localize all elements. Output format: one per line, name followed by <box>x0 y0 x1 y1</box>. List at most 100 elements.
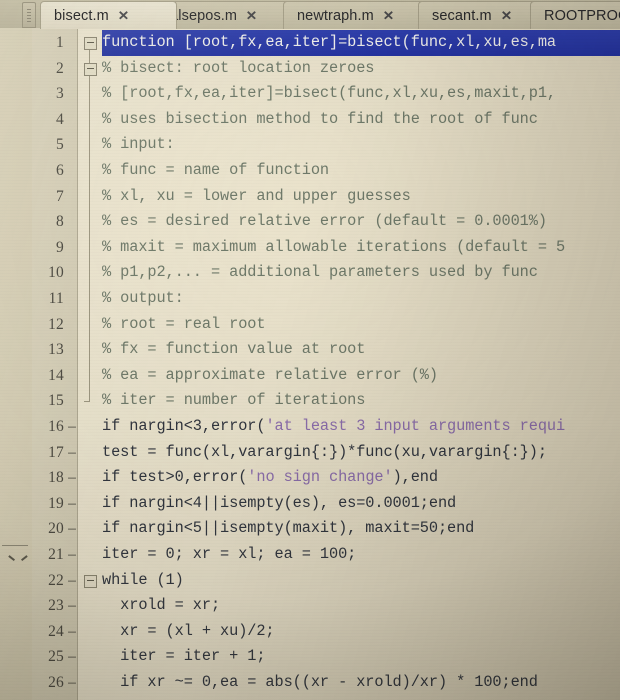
tab-label: ROOTPROGR <box>544 7 620 24</box>
line-number: 16 <box>48 418 64 435</box>
code-line-27[interactable]: 27– test = func(xl,varargin{:})*func(xr,… <box>32 696 620 700</box>
code-line-1[interactable]: 1 function [root,fx,ea,iter]=bisect(func,… <box>32 30 620 56</box>
executable-line-marker[interactable]: – <box>67 670 77 696</box>
code-line-13[interactable]: 13 % fx = function value at root <box>32 337 620 363</box>
comment-text: % ea = approximate relative error (%) <box>102 365 438 384</box>
executable-line-marker[interactable]: – <box>67 542 77 568</box>
code-segment: xr = (xl + xu)/2; <box>102 621 275 640</box>
executable-line-marker[interactable]: – <box>67 619 77 645</box>
code-text: % maxit = maximum allowable iterations (… <box>102 235 565 261</box>
comment-text: % output: <box>102 289 184 307</box>
code-line-9[interactable]: 9 % maxit = maximum allowable iterations … <box>32 235 620 261</box>
code-line-22[interactable]: 22– while (1) <box>32 568 620 594</box>
code-editor[interactable]: 1 function [root,fx,ea,iter]=bisect(func,… <box>32 28 620 700</box>
close-icon[interactable]: ✕ <box>118 9 129 22</box>
executable-line-marker[interactable]: – <box>67 593 77 619</box>
code-line-8[interactable]: 8 % es = desired relative error (default … <box>32 209 620 235</box>
code-text: if nargin<3,error('at least 3 input argu… <box>102 414 565 440</box>
code-line-7[interactable]: 7 % xl, xu = lower and upper guesses <box>32 184 620 210</box>
code-line-14[interactable]: 14 % ea = approximate relative error (%) <box>32 363 620 389</box>
code-line-21[interactable]: 21– iter = 0; xr = xl; ea = 100; <box>32 542 620 568</box>
code-line-25[interactable]: 25– iter = iter + 1; <box>32 644 620 670</box>
executable-line-marker[interactable]: – <box>67 465 77 491</box>
executable-line-marker[interactable]: – <box>67 516 77 542</box>
code-text: % root = real root <box>102 312 266 338</box>
code-segment: iter = iter + 1; <box>102 647 266 666</box>
line-number: 13 <box>48 341 64 359</box>
close-icon[interactable]: ✕ <box>500 9 511 22</box>
code-text: % uses bisection method to find the root… <box>102 107 538 133</box>
code-text: iter = iter + 1; <box>102 644 265 670</box>
code-segment: if nargin<4||isempty(es), es=0.0001;end <box>102 493 457 512</box>
line-number: 24 <box>48 622 64 640</box>
chevron-down-icon <box>9 555 20 562</box>
code-text: xrold = xr; <box>102 593 220 619</box>
code-line-18[interactable]: 18– if test>0,error('no sign change'),end <box>32 465 620 491</box>
comment-text: % root = real root <box>102 314 266 333</box>
code-line-11[interactable]: 11 % output: <box>32 286 620 312</box>
line-number: 10 <box>48 264 64 282</box>
comment-text: % [root,fx,ea,iter]=bisect(func,xl,xu,es… <box>102 84 556 103</box>
code-text: % [root,fx,ea,iter]=bisect(func,xl,xu,es… <box>102 81 556 107</box>
line-number: 25 <box>48 648 64 666</box>
executable-line-marker[interactable]: – <box>67 440 77 466</box>
comment-text: % maxit = maximum allowable iterations (… <box>102 237 566 256</box>
line-number: 23 <box>48 597 64 615</box>
code-line-24[interactable]: 24– xr = (xl + xu)/2; <box>32 619 620 645</box>
editor-tab-rootprogr[interactable]: ROOTPROGR <box>530 1 620 29</box>
code-line-10[interactable]: 10 % p1,p2,... = additional parameters us… <box>32 260 620 286</box>
executable-line-marker[interactable]: – <box>67 414 77 440</box>
comment-text: % input: <box>102 135 175 154</box>
code-line-4[interactable]: 4 % uses bisection method to find the roo… <box>32 107 620 133</box>
code-text: iter = 0; xr = xl; ea = 100; <box>102 542 356 568</box>
code-line-3[interactable]: 3 % [root,fx,ea,iter]=bisect(func,xl,xu,e… <box>32 81 620 107</box>
code-text: % func = name of function <box>102 158 329 184</box>
code-segment: while (1) <box>102 570 184 589</box>
line-number: 6 <box>56 162 64 179</box>
line-number: 5 <box>56 136 64 154</box>
rail-collapse-toggle[interactable] <box>0 543 30 577</box>
line-number: 19 <box>48 494 64 512</box>
executable-line-marker[interactable]: – <box>67 491 77 517</box>
left-rail <box>0 28 32 700</box>
code-segment: if test>0,error( <box>102 468 248 487</box>
code-line-6[interactable]: 6 % func = name of function <box>32 158 620 184</box>
tab-label: secant.m <box>432 7 492 24</box>
code-text: if test>0,error('no sign change'),end <box>102 465 438 491</box>
code-line-20[interactable]: 20– if nargin<5||isempty(maxit), maxit=50… <box>32 516 620 542</box>
code-line-5[interactable]: 5 % input: <box>32 132 620 158</box>
string-literal: 'at least 3 input arguments requi <box>265 417 566 435</box>
code-line-17[interactable]: 17– test = func(xl,varargin{:})*func(xu,v… <box>32 440 620 466</box>
rail-divider-line <box>2 545 28 546</box>
code-text: % es = desired relative error (default =… <box>102 209 547 235</box>
code-line-23[interactable]: 23– xrold = xr; <box>32 593 620 619</box>
line-number: 1 <box>56 34 64 51</box>
line-number: 27 <box>32 696 64 700</box>
executable-line-marker[interactable]: – <box>67 568 77 594</box>
executable-line-marker[interactable]: – <box>67 696 77 700</box>
code-line-15[interactable]: 15 % iter = number of iterations <box>32 388 620 414</box>
code-text: test = func(xl,varargin{:})*func(xr,vara… <box>102 696 565 700</box>
executable-line-marker[interactable]: – <box>67 644 77 670</box>
code-text: if nargin<4||isempty(es), es=0.0001;end <box>102 491 456 517</box>
code-segment: xrold = xr; <box>102 596 221 615</box>
code-line-2[interactable]: 2 % bisect: root location zeroes <box>32 56 620 82</box>
code-text: % xl, xu = lower and upper guesses <box>102 184 411 210</box>
code-text: % ea = approximate relative error (%) <box>102 363 438 389</box>
tab-bar-drag-handle[interactable] <box>22 2 36 28</box>
line-number: 4 <box>56 110 64 128</box>
code-line-16[interactable]: 16– if nargin<3,error('at least 3 input a… <box>32 414 620 440</box>
matlab-editor-window: bisect.m ✕ falsepos.m ✕ newtraph.m ✕ secant.m ✕… <box>0 0 620 700</box>
close-icon[interactable]: ✕ <box>382 9 393 22</box>
comment-text: % es = desired relative error (default =… <box>102 212 547 231</box>
editor-tab-bisect-m[interactable]: bisect.m ✕ <box>40 1 177 29</box>
tab-label: newtraph.m <box>297 7 374 24</box>
code-segment: test = func(xl,varargin{:})*func(xu,vara… <box>102 442 547 461</box>
code-segment: if nargin<3,error( <box>102 417 266 435</box>
line-number: 18 <box>48 469 64 487</box>
code-line-26[interactable]: 26– if xr ~= 0,ea = abs((xr - xrold)/xr)… <box>32 670 620 696</box>
comment-text: % xl, xu = lower and upper guesses <box>102 186 411 205</box>
code-line-12[interactable]: 12 % root = real root <box>32 312 620 338</box>
close-icon[interactable]: ✕ <box>246 9 257 22</box>
code-line-19[interactable]: 19– if nargin<4||isempty(es), es=0.0001;e… <box>32 491 620 517</box>
